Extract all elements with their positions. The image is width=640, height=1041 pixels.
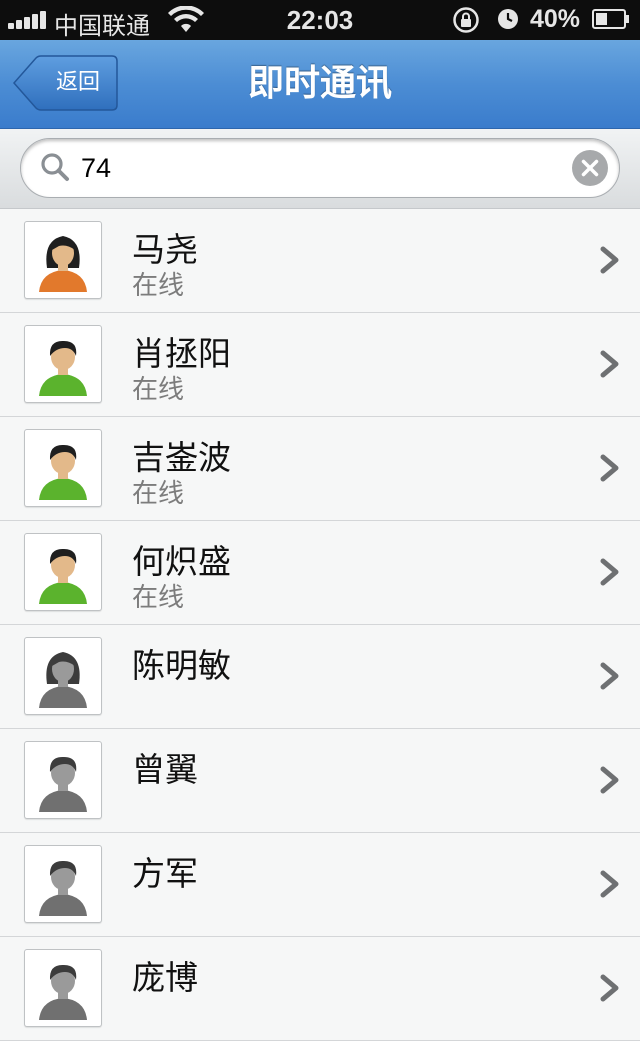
chevron-right-icon <box>600 870 619 898</box>
contact-row-1[interactable]: 肖拯阳 在线 <box>0 313 640 417</box>
contact-name: 庞博 <box>132 958 198 997</box>
contact-row-2[interactable]: 吉崟波 在线 <box>0 417 640 521</box>
male-avatar-icon <box>24 429 102 507</box>
chevron-right-icon <box>600 974 619 1002</box>
male-avatar-icon <box>24 533 102 611</box>
alarm-clock-icon <box>498 9 518 29</box>
chevron-right-icon <box>600 766 619 794</box>
battery-percent: 40% <box>530 5 581 33</box>
navigation-bar: 返回 即时通讯 <box>0 40 640 129</box>
contact-name: 方军 <box>132 854 198 893</box>
contact-name: 吉崟波 <box>132 438 231 477</box>
clear-search-icon[interactable] <box>571 149 609 187</box>
chevron-right-icon <box>600 350 619 378</box>
contact-name: 何炽盛 <box>132 542 231 581</box>
rotation-lock-icon <box>453 7 479 33</box>
page-title: 即时通讯 <box>247 63 392 104</box>
male-avatar-icon <box>24 741 102 819</box>
contact-status: 在线 <box>132 479 185 509</box>
male-avatar-icon <box>24 949 102 1027</box>
contact-row-6[interactable]: 方军 <box>0 833 640 937</box>
contact-row-5[interactable]: 曾翼 <box>0 729 640 833</box>
contact-row-3[interactable]: 何炽盛 在线 <box>0 521 640 625</box>
contact-name: 曾翼 <box>132 750 198 789</box>
battery-icon <box>592 9 629 29</box>
contact-row-7[interactable]: 庞博 <box>0 937 640 1041</box>
chevron-right-icon <box>600 662 619 690</box>
female-avatar-icon <box>24 637 102 715</box>
contact-status: 在线 <box>132 271 185 301</box>
contact-row-0[interactable]: 马尧 在线 <box>0 209 640 313</box>
status-bar: 中国联通 22:03 40% <box>0 0 640 40</box>
contact-list: 马尧 在线 肖拯阳 在线 吉崟波 在线 何炽盛 在线 陈明敏 曾翼 方军 庞博 <box>0 209 640 1041</box>
search-bar <box>0 129 640 209</box>
contact-status: 在线 <box>132 583 185 613</box>
chevron-right-icon <box>600 246 619 274</box>
search-icon <box>41 153 69 181</box>
search-input[interactable] <box>81 139 551 197</box>
contact-name: 肖拯阳 <box>132 334 231 373</box>
contact-status: 在线 <box>132 375 185 405</box>
contact-row-4[interactable]: 陈明敏 <box>0 625 640 729</box>
search-field[interactable] <box>20 138 620 198</box>
female-avatar-icon <box>24 221 102 299</box>
contact-name: 马尧 <box>132 230 198 269</box>
male-avatar-icon <box>24 845 102 923</box>
chevron-right-icon <box>600 558 619 586</box>
chevron-right-icon <box>600 454 619 482</box>
male-avatar-icon <box>24 325 102 403</box>
contact-name: 陈明敏 <box>132 646 231 685</box>
